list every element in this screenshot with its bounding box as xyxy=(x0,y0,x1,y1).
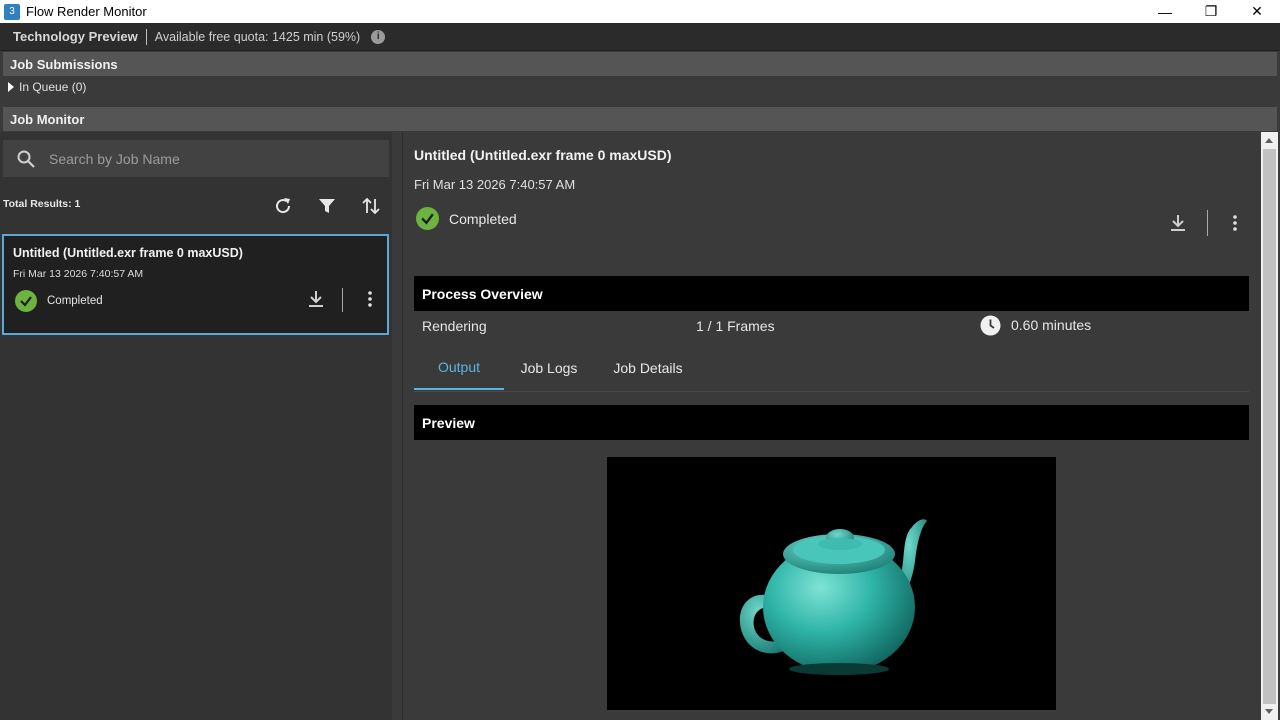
tab-job-details[interactable]: Job Details xyxy=(606,345,690,390)
job-submissions-header: Job Submissions xyxy=(3,52,1277,76)
window-titlebar: 3 Flow Render Monitor — ❐ ✕ xyxy=(0,0,1280,23)
detail-status-label: Completed xyxy=(449,210,517,227)
app-icon: 3 xyxy=(4,3,20,20)
in-queue-label: In Queue (0) xyxy=(19,80,87,94)
detail-status: Completed xyxy=(416,207,517,230)
process-overview-header: Process Overview xyxy=(414,276,1249,311)
render-preview-image xyxy=(607,457,1056,710)
detail-title: Untitled (Untitled.exr frame 0 maxUSD) xyxy=(414,147,672,163)
in-queue-toggle[interactable]: In Queue (0) xyxy=(8,79,86,95)
scrollbar[interactable] xyxy=(1261,132,1278,720)
search-icon xyxy=(17,150,35,168)
teapot-render xyxy=(739,519,927,675)
tab-output[interactable]: Output xyxy=(414,345,504,390)
job-card-status-label: Completed xyxy=(47,295,103,307)
restore-button[interactable]: ❐ xyxy=(1188,0,1234,23)
separator xyxy=(145,28,147,45)
detail-tabs: Output Job Logs Job Details xyxy=(414,345,1249,392)
scroll-up-arrow-icon[interactable] xyxy=(1265,138,1273,143)
preview-header: Preview xyxy=(414,405,1249,440)
more-options-icon[interactable] xyxy=(1225,213,1245,238)
clock-icon xyxy=(980,315,1001,341)
job-card-status: Completed xyxy=(15,290,103,312)
detail-date: Fri Mar 13 2026 7:40:57 AM xyxy=(414,177,576,192)
job-monitor-header: Job Monitor xyxy=(3,107,1277,131)
divider xyxy=(1207,210,1208,236)
technology-preview-label: Technology Preview xyxy=(13,29,138,44)
close-button[interactable]: ✕ xyxy=(1234,0,1280,23)
duration: 0.60 minutes xyxy=(1011,317,1092,333)
refresh-icon[interactable] xyxy=(271,194,295,218)
tab-job-logs[interactable]: Job Logs xyxy=(512,345,586,390)
sort-icon[interactable] xyxy=(359,194,383,218)
search-placeholder: Search by Job Name xyxy=(49,150,180,167)
job-card-title: Untitled (Untitled.exr frame 0 maxUSD) xyxy=(13,246,243,260)
download-icon[interactable] xyxy=(1168,213,1188,238)
filter-icon[interactable] xyxy=(315,194,339,218)
frames-count: 1 / 1 Frames xyxy=(696,318,775,334)
window-title: Flow Render Monitor xyxy=(26,4,147,19)
job-card[interactable]: Untitled (Untitled.exr frame 0 maxUSD) F… xyxy=(2,234,389,335)
more-options-icon[interactable] xyxy=(360,289,380,314)
search-input[interactable]: Search by Job Name xyxy=(3,140,389,177)
check-circle-icon xyxy=(15,290,37,312)
minimize-button[interactable]: — xyxy=(1142,0,1188,23)
divider xyxy=(342,288,343,312)
technology-preview-bar: Technology Preview Available free quota:… xyxy=(0,23,1280,51)
process-stage: Rendering xyxy=(422,318,487,334)
check-circle-icon xyxy=(416,207,439,230)
total-results: Total Results: 1 xyxy=(3,198,81,210)
scroll-down-arrow-icon[interactable] xyxy=(1265,709,1273,714)
job-list-panel xyxy=(0,132,392,720)
job-card-date: Fri Mar 13 2026 7:40:57 AM xyxy=(13,268,144,280)
download-icon[interactable] xyxy=(306,289,326,314)
scrollbar-thumb[interactable] xyxy=(1263,149,1276,704)
expand-triangle-icon[interactable] xyxy=(8,82,14,92)
info-icon[interactable]: i xyxy=(371,29,386,44)
quota-text: Available free quota: 1425 min (59%) xyxy=(154,29,361,44)
